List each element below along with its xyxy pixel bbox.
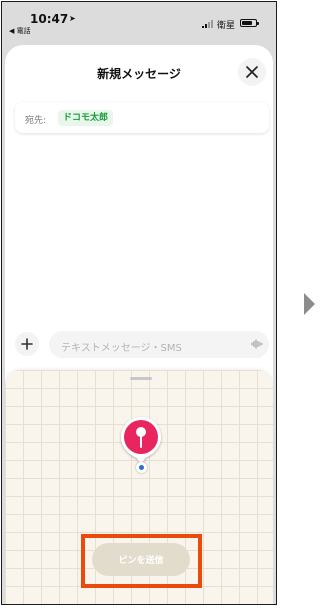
recipient-field[interactable]: 宛先: ドコモ太郎 bbox=[15, 102, 269, 133]
battery-icon bbox=[240, 19, 259, 27]
status-time: 10:47 bbox=[30, 12, 69, 26]
close-icon bbox=[246, 66, 258, 78]
back-to-app-link[interactable]: ◀ 電話 bbox=[9, 26, 31, 36]
recipient-label: 宛先: bbox=[25, 116, 47, 126]
highlight-box bbox=[81, 534, 202, 588]
signal-icon bbox=[202, 20, 214, 28]
waveform-icon[interactable] bbox=[251, 338, 263, 350]
location-arrow-icon: ➤ bbox=[69, 14, 76, 23]
new-message-sheet: 新規メッセージ 宛先: ドコモ太郎 テキストメッセージ・SMS ピンを送信 bbox=[5, 45, 273, 604]
add-attachment-button[interactable] bbox=[15, 332, 39, 356]
current-location-icon bbox=[136, 462, 147, 473]
compose-bar: テキストメッセージ・SMS bbox=[5, 330, 273, 360]
message-placeholder: テキストメッセージ・SMS bbox=[61, 343, 182, 354]
next-arrow-icon bbox=[304, 293, 315, 315]
phone-screen: 10:47 ➤ ◀ 電話 衛星 新規メッセージ 宛先: ドコモ太郎 テキストメッ… bbox=[1, 1, 277, 605]
drag-handle[interactable] bbox=[130, 377, 152, 380]
page-title: 新規メッセージ bbox=[97, 67, 181, 81]
status-bar: 10:47 ➤ ◀ 電話 衛星 bbox=[2, 2, 276, 44]
plus-icon bbox=[21, 338, 33, 350]
carrier-label: 衛星 bbox=[217, 21, 236, 31]
recipient-chip[interactable]: ドコモ太郎 bbox=[58, 110, 114, 126]
close-button[interactable] bbox=[238, 58, 266, 86]
